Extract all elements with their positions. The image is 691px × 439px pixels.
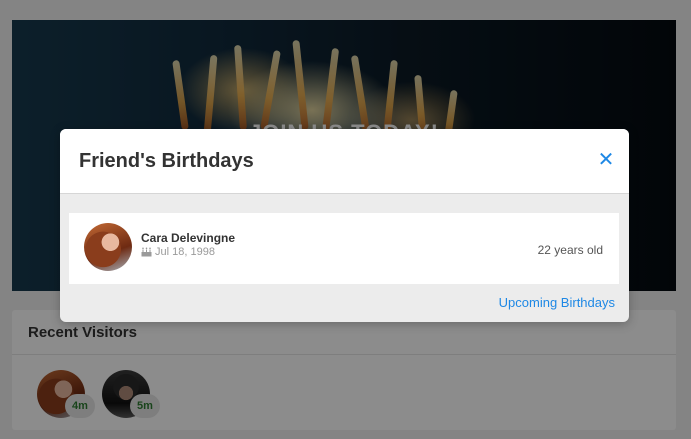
friend-name[interactable]: Cara Delevingne: [141, 231, 235, 245]
modal-title: Friend's Birthdays: [79, 150, 254, 172]
avatar[interactable]: [84, 223, 132, 271]
close-button[interactable]: ✕: [597, 150, 615, 170]
upcoming-birthdays-link[interactable]: Upcoming Birthdays: [499, 295, 615, 310]
age-label: 22 years old: [537, 243, 603, 257]
close-icon[interactable]: ✕: [598, 149, 615, 171]
birthdays-modal: Friend's Birthdays ✕ Cara Delevingne Jul…: [60, 129, 629, 322]
birth-date-text: Jul 18, 1998: [155, 246, 215, 258]
birthday-list-item[interactable]: Cara Delevingne Jul 18, 1998 22 years ol…: [69, 213, 619, 284]
birth-date: Jul 18, 1998: [141, 246, 215, 258]
modal-header: Friend's Birthdays ✕: [60, 129, 629, 194]
cake-icon: [141, 247, 152, 257]
